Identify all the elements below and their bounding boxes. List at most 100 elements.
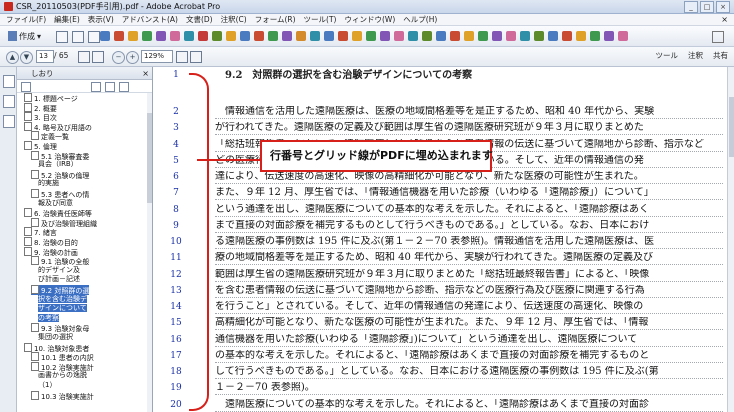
toolbar-tool-icon[interactable] (128, 31, 138, 41)
toolbar-tool-icon[interactable] (156, 31, 166, 41)
tab-tools[interactable]: ツール (656, 50, 679, 62)
options-icon[interactable] (21, 82, 31, 92)
bookmark-item[interactable]: 10.3 治験実施計 (31, 390, 94, 401)
bookmark-item[interactable]: ザインについて (38, 304, 87, 313)
menu-item[interactable]: 編集(E) (54, 14, 80, 25)
tab-comment[interactable]: 注釈 (688, 50, 703, 62)
delete-bookmark-icon[interactable] (105, 82, 115, 92)
toolbar-tool-icon[interactable] (198, 31, 208, 41)
zoom-in-icon[interactable]: + (126, 51, 139, 64)
minimize-button[interactable]: _ (684, 1, 698, 13)
tab-share[interactable]: 共有 (713, 50, 728, 62)
toolbar-tool-icon[interactable] (408, 31, 418, 41)
bookmark-item[interactable]: 10. 治験対象患者 (24, 342, 89, 353)
toolbar-tool-icon[interactable] (142, 31, 152, 41)
zoom-out-icon[interactable]: − (112, 51, 125, 64)
bookmarks-scrollbar[interactable] (147, 93, 152, 412)
open-icon[interactable] (56, 31, 68, 43)
close-button[interactable]: × (716, 1, 730, 13)
toolbar-tool-icon[interactable] (394, 31, 404, 41)
bookmark-item[interactable]: 4. 略号及び用語の (24, 121, 92, 132)
menu-item[interactable]: フォーム(R) (255, 14, 296, 25)
bookmark-item[interactable]: 9.2 対照群の選 (31, 285, 90, 295)
save-icon[interactable] (72, 31, 84, 43)
toolbar-tool-icon[interactable] (268, 31, 278, 41)
toolbar-tool-icon[interactable] (240, 31, 250, 41)
toolbar-tool-icon[interactable] (100, 31, 110, 41)
maximize-button[interactable]: □ (700, 1, 714, 13)
next-page-icon[interactable]: ▼ (20, 51, 33, 64)
document-scrollbar[interactable] (727, 67, 734, 412)
toolbar-tool-icon[interactable] (296, 31, 306, 41)
toolbar-tool-icon[interactable] (352, 31, 362, 41)
page-thumbnails-icon[interactable] (3, 75, 15, 88)
close-panel-icon[interactable]: × (142, 68, 149, 79)
bookmark-item[interactable]: 6. 治験責任医師等 (24, 208, 92, 218)
bookmark-item[interactable]: 9.1 治験の全般 (31, 256, 89, 266)
bookmark-item[interactable]: 9. 治験の計画 (24, 246, 78, 257)
menu-item[interactable]: ヘルプ(H) (403, 14, 437, 25)
bookmark-item[interactable]: 3. 目次 (24, 112, 57, 122)
menu-item[interactable]: アドバンスト(A) (122, 14, 178, 25)
toolbar-tool-icon[interactable] (604, 31, 614, 41)
toolbar-tool-icon[interactable] (114, 31, 124, 41)
bookmark-item[interactable]: 画書からの逸脱 (38, 371, 87, 379)
bookmark-item[interactable]: 1. 標題ページ (24, 93, 78, 103)
bookmark-item[interactable]: 択を含む治験デ (38, 294, 87, 303)
toolbar-tool-icon[interactable] (254, 31, 264, 41)
page-number-input[interactable]: 13 (36, 50, 54, 63)
new-bookmark-icon[interactable] (91, 82, 101, 92)
menu-item[interactable]: 注釈(C) (221, 14, 247, 25)
expand-bookmark-icon[interactable] (119, 82, 129, 92)
toolbar-tool-icon[interactable] (590, 31, 600, 41)
bookmark-item[interactable]: 的実施 (38, 179, 59, 187)
bookmark-item[interactable]: の考察 (38, 313, 59, 322)
create-button[interactable]: 作成 ▾ (8, 30, 41, 42)
toolbar-tool-icon[interactable] (422, 31, 432, 41)
bookmark-item[interactable]: 定義一覧 (31, 131, 69, 141)
bookmark-item[interactable]: 10.1 患者の内訳 (31, 352, 94, 362)
toolbar-tool-icon[interactable] (464, 31, 474, 41)
bookmark-item[interactable]: 的デザイン及 (38, 266, 80, 274)
bookmark-item[interactable]: 8. 治験の目的 (24, 237, 78, 247)
bookmark-item[interactable]: 5.3 患者への情 (31, 189, 89, 199)
toolbar-tool-icon[interactable] (310, 31, 320, 41)
toolbar-tool-icon[interactable] (380, 31, 390, 41)
expand-icon[interactable] (712, 31, 724, 43)
print-icon[interactable] (88, 31, 100, 43)
toolbar-tool-icon[interactable] (170, 31, 180, 41)
toolbar-tool-icon[interactable] (562, 31, 572, 41)
bookmark-item[interactable]: 7. 緒言 (24, 227, 57, 237)
bookmarks-icon[interactable] (3, 95, 15, 108)
bookmark-item[interactable]: び計画－記述 (38, 275, 80, 283)
toolbar-tool-icon[interactable] (212, 31, 222, 41)
attachments-icon[interactable] (3, 115, 15, 128)
bookmark-item[interactable]: 及び治験管理組織 (31, 217, 97, 228)
bookmark-item[interactable]: 9.3 治験対象母 (31, 323, 89, 333)
bookmark-item[interactable]: 員会（IRB） (38, 160, 78, 168)
menu-item[interactable]: ファイル(F) (6, 14, 46, 25)
toolbar-tool-icon[interactable] (492, 31, 502, 41)
toolbar-tool-icon[interactable] (506, 31, 516, 41)
close-document-icon[interactable]: × (721, 14, 728, 25)
toolbar-tool-icon[interactable] (366, 31, 376, 41)
toolbar-tool-icon[interactable] (324, 31, 334, 41)
fit-page-icon[interactable] (176, 51, 188, 63)
menu-item[interactable]: ツール(T) (304, 14, 337, 25)
zoom-input[interactable]: 129% (141, 50, 173, 63)
fit-width-icon[interactable] (190, 51, 202, 63)
toolbar-tool-icon[interactable] (548, 31, 558, 41)
menu-item[interactable]: 表示(V) (88, 14, 114, 25)
bookmark-item[interactable]: 5. 倫理 (24, 141, 57, 151)
toolbar-tool-icon[interactable] (282, 31, 292, 41)
toolbar-tool-icon[interactable] (436, 31, 446, 41)
bookmark-item[interactable]: 2. 概要 (24, 102, 57, 113)
toolbar-tool-icon[interactable] (338, 31, 348, 41)
bookmark-item[interactable]: 報及び同意 (38, 199, 73, 207)
hand-tool-icon[interactable] (92, 51, 104, 63)
bookmark-item[interactable]: （1） (38, 381, 56, 389)
menu-item[interactable]: ウィンドウ(W) (344, 14, 395, 25)
toolbar-tool-icon[interactable] (618, 31, 628, 41)
bookmark-item[interactable]: 集団の選択 (38, 333, 73, 341)
previous-page-icon[interactable]: ▲ (6, 51, 19, 64)
